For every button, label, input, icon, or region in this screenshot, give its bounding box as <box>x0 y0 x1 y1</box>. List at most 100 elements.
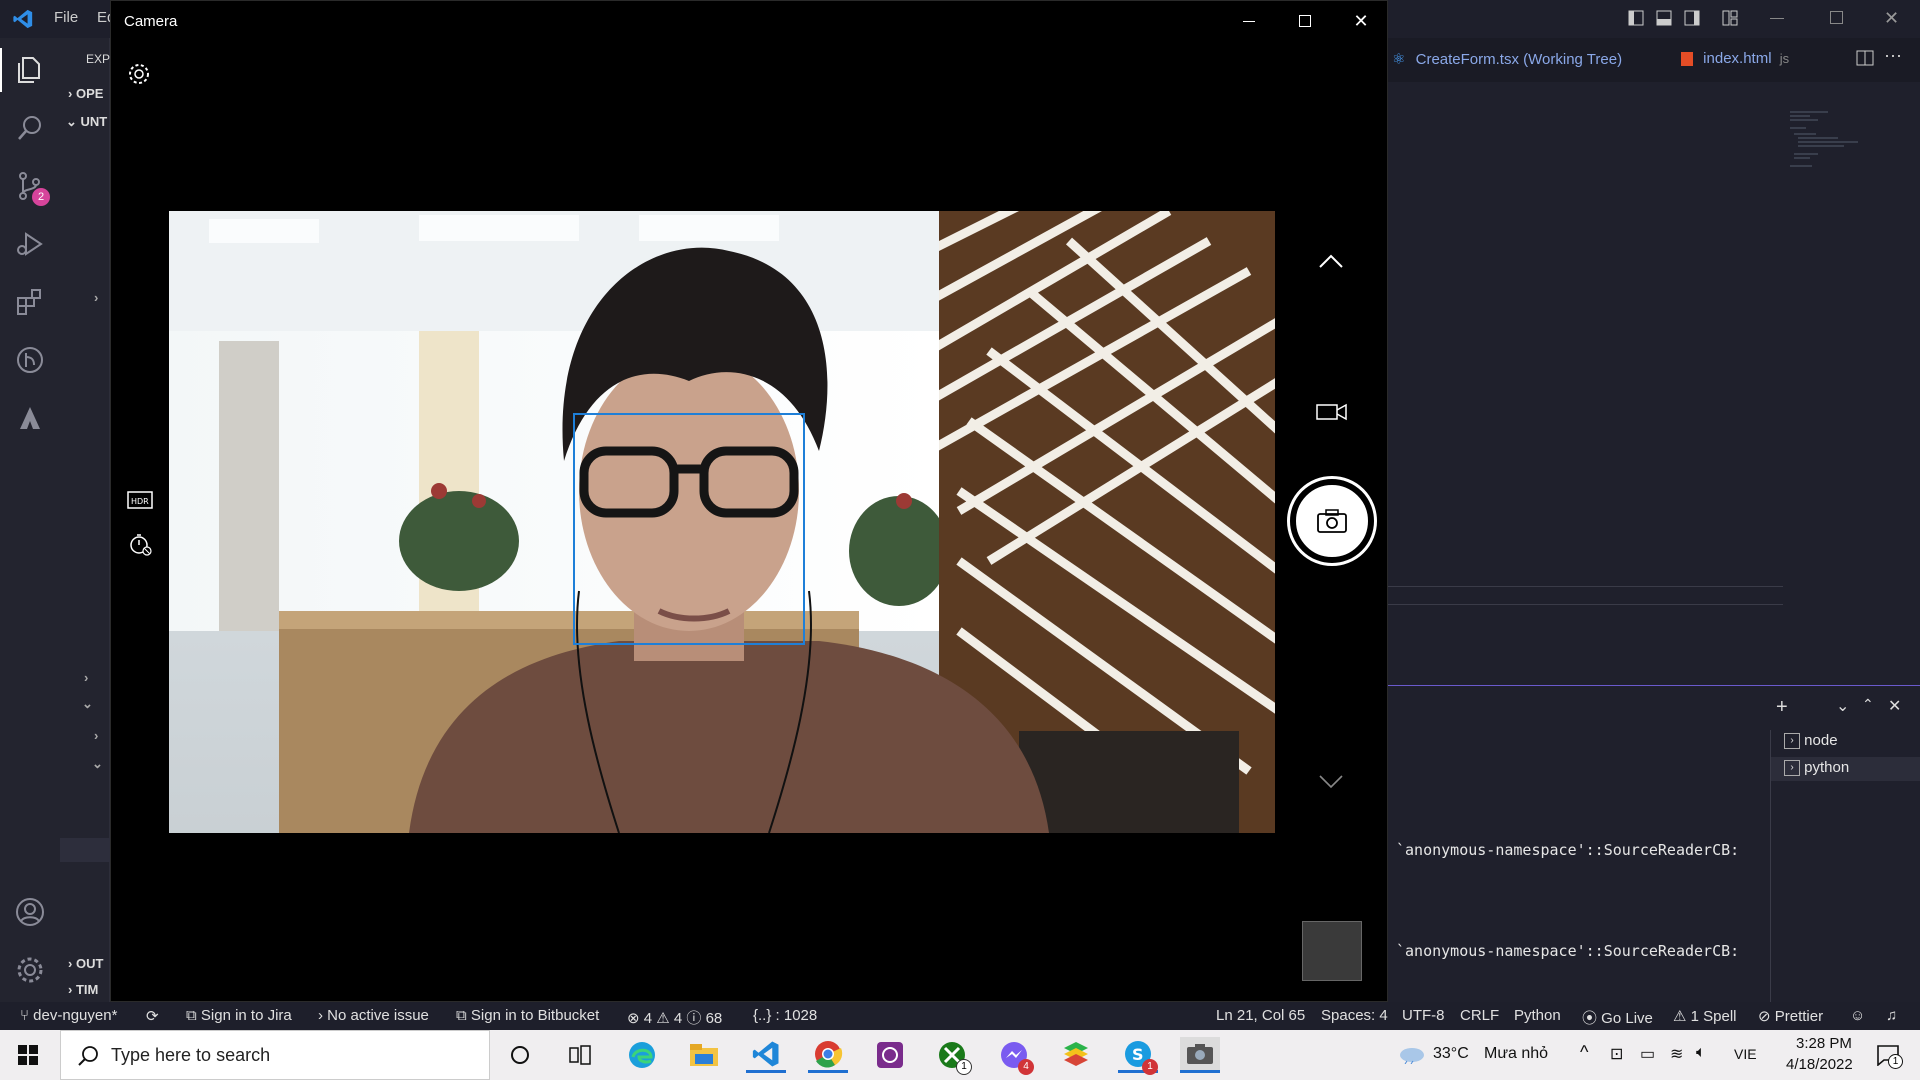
folder-open-chevron-icon[interactable]: ⌄ <box>82 696 93 712</box>
indentation[interactable]: Spaces: 4 <box>1321 1007 1388 1024</box>
git-graph-icon[interactable] <box>14 344 46 376</box>
meet-now-icon[interactable]: ⊡ <box>1610 1044 1623 1064</box>
folder-open-chevron-icon[interactable]: ⌄ <box>92 756 103 772</box>
encoding[interactable]: UTF-8 <box>1402 1007 1445 1024</box>
minimize-icon[interactable] <box>1770 18 1784 19</box>
chevron-up-icon[interactable] <box>1318 253 1344 269</box>
terminal-panel[interactable]: + ⌄ ⌃ ✕ › node › python `anonymous-names… <box>1388 685 1920 1020</box>
selected-row[interactable] <box>60 838 110 862</box>
last-photo-thumbnail[interactable] <box>1302 921 1362 981</box>
manage-gear-icon[interactable] <box>14 954 46 986</box>
outline-section[interactable]: › OUT <box>68 956 103 971</box>
folder-chevron-icon[interactable]: › <box>94 290 98 305</box>
more-actions-icon[interactable]: ⋯ <box>1884 46 1902 67</box>
folder-chevron-icon[interactable]: › <box>94 728 98 743</box>
problems-item[interactable]: ⊗ 4 ⚠ 4 ⓘ 68 <box>627 1007 722 1028</box>
weather-icon[interactable] <box>1398 1044 1426 1064</box>
untitled-section[interactable]: ⌄ UNT <box>66 114 107 130</box>
run-debug-icon[interactable] <box>14 228 46 260</box>
branch-item[interactable]: ⑂ dev-nguyen* <box>20 1007 117 1024</box>
camera-close-icon[interactable]: ✕ <box>1333 1 1389 41</box>
cursor-position[interactable]: Ln 21, Col 65 <box>1216 1007 1305 1024</box>
tray-overflow-chevron-icon[interactable]: ^ <box>1580 1042 1588 1063</box>
toggle-secondary-sidebar-icon[interactable] <box>1684 10 1700 26</box>
feedback-icon[interactable]: ☺ <box>1850 1007 1865 1024</box>
hdr-icon[interactable]: HDR <box>127 490 153 512</box>
notifications-bell-icon[interactable]: ♫ <box>1886 1007 1897 1024</box>
bitbucket-signin[interactable]: ⧉ Sign in to Bitbucket <box>456 1007 599 1024</box>
app-purple-icon[interactable] <box>870 1037 910 1073</box>
chevron-down-icon[interactable] <box>1318 773 1344 789</box>
spell-check[interactable]: ⚠ 1 Spell <box>1673 1007 1737 1025</box>
take-photo-button[interactable] <box>1287 476 1377 566</box>
timer-icon[interactable] <box>128 531 154 557</box>
bluestacks-icon[interactable] <box>1056 1037 1096 1073</box>
minimap[interactable] <box>1788 108 1898 178</box>
volume-icon[interactable]: 🔈︎ <box>1696 1044 1706 1062</box>
split-editor-icon[interactable] <box>1856 50 1874 66</box>
jira-issue[interactable]: › No active issue <box>318 1007 429 1024</box>
video-mode-icon[interactable] <box>1316 401 1348 423</box>
vscode-taskbar-icon[interactable] <box>746 1037 786 1073</box>
chrome-icon[interactable] <box>808 1037 848 1073</box>
editor-area[interactable] <box>1388 38 1920 685</box>
accounts-icon[interactable] <box>14 896 46 928</box>
menu-file[interactable]: File <box>54 9 78 26</box>
explorer-title: EXP <box>86 52 111 66</box>
tab-index-html[interactable]: index.html js <box>1681 50 1789 67</box>
close-panel-icon[interactable]: ✕ <box>1888 696 1901 716</box>
camera-maximize-icon[interactable] <box>1277 1 1333 41</box>
camera-taskbar-icon[interactable] <box>1180 1037 1220 1073</box>
camera-settings-gear-icon[interactable] <box>127 62 151 86</box>
camera-minimize-icon[interactable] <box>1221 1 1277 41</box>
search-placeholder: Type here to search <box>111 1045 271 1065</box>
customize-layout-icon[interactable] <box>1722 10 1738 26</box>
terminal-item-python[interactable]: › python <box>1784 759 1849 777</box>
timeline-section[interactable]: › TIM <box>68 982 98 997</box>
edge-icon[interactable] <box>622 1037 662 1073</box>
input-language[interactable]: VIE <box>1734 1046 1757 1062</box>
skype-icon[interactable]: S1 <box>1118 1037 1158 1075</box>
weather-desc[interactable]: Mưa nhỏ <box>1484 1045 1548 1063</box>
taskbar-search-box[interactable]: Type here to search <box>60 1030 490 1080</box>
wifi-icon[interactable]: ≋ <box>1670 1044 1683 1064</box>
maximize-panel-icon[interactable]: ⌃ <box>1862 696 1874 713</box>
close-vscode-icon[interactable]: ✕ <box>1884 8 1899 29</box>
windows-start-icon[interactable] <box>18 1045 38 1065</box>
clock-time[interactable]: 3:28 PM <box>1796 1035 1852 1052</box>
infos-count: 68 <box>705 1010 723 1027</box>
explorer-icon[interactable] <box>14 54 46 86</box>
chevron-down-icon[interactable]: ⌄ <box>1836 696 1849 716</box>
tab-createform[interactable]: ⚛ CreateForm.tsx (Working Tree) <box>1392 50 1622 68</box>
atlassian-icon[interactable] <box>14 402 46 434</box>
battery-icon[interactable]: ▭ <box>1640 1044 1655 1064</box>
line-ending[interactable]: CRLF <box>1460 1007 1499 1024</box>
jira-signin[interactable]: ⧉ Sign in to Jira <box>186 1007 292 1024</box>
toggle-sidebar-icon[interactable] <box>1628 10 1644 26</box>
messenger-badge: 4 <box>1018 1059 1034 1075</box>
terminal-item-node[interactable]: › node <box>1784 732 1838 750</box>
task-view-icon[interactable] <box>560 1037 600 1073</box>
notification-center-icon[interactable]: 1 <box>1876 1044 1903 1069</box>
go-live[interactable]: ⦿ Go Live <box>1582 1007 1653 1028</box>
weather-temp[interactable]: 33°C <box>1433 1045 1469 1063</box>
source-control-icon[interactable]: 2 <box>14 170 50 206</box>
restore-icon[interactable] <box>1830 11 1843 24</box>
open-editors-section[interactable]: › OPE <box>68 86 103 101</box>
sync-icon[interactable]: ⟳ <box>146 1007 159 1025</box>
file-explorer-icon[interactable] <box>684 1037 724 1073</box>
xbox-icon[interactable]: 1 <box>932 1037 972 1075</box>
braces-item[interactable]: {..} : 1028 <box>753 1007 817 1024</box>
messenger-icon[interactable]: 4 <box>994 1037 1034 1075</box>
prettier[interactable]: ⊘ Prettier <box>1758 1007 1823 1025</box>
camera-window[interactable]: Camera ✕ HDR <box>110 0 1388 1002</box>
clock-date[interactable]: 4/18/2022 <box>1786 1056 1853 1073</box>
camera-preview[interactable] <box>169 211 1275 833</box>
toggle-panel-icon[interactable] <box>1656 10 1672 26</box>
folder-chevron-icon[interactable]: › <box>84 670 88 685</box>
new-terminal-icon[interactable]: + <box>1776 696 1788 719</box>
language-mode[interactable]: Python <box>1514 1007 1561 1024</box>
extensions-icon[interactable] <box>14 286 46 318</box>
cortana-icon[interactable] <box>500 1037 540 1073</box>
search-icon[interactable] <box>14 112 46 144</box>
